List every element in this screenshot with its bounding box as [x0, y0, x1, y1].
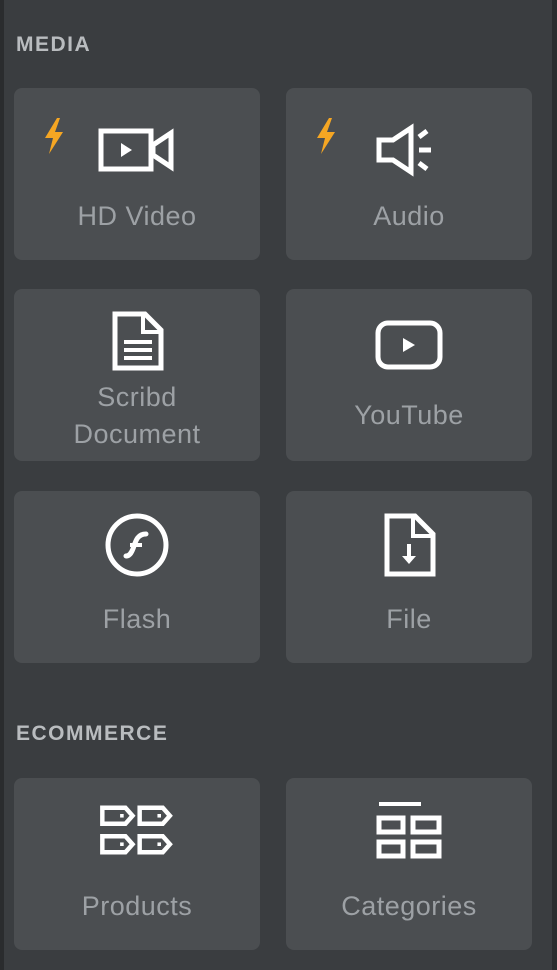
tile-label: YouTube: [354, 400, 464, 430]
flash-icon: [97, 513, 177, 577]
media-elements-panel: MEDIA HD Video Audio Scribd Document You…: [4, 0, 552, 970]
tile-label: HD Video: [77, 201, 197, 231]
categories-grid-icon: [369, 800, 449, 860]
tile-hd-video[interactable]: HD Video: [14, 88, 260, 260]
video-camera-icon: [97, 120, 177, 180]
tile-audio[interactable]: Audio: [286, 88, 532, 260]
youtube-play-icon: [369, 315, 449, 375]
tile-label: File: [386, 604, 432, 634]
tile-label: Audio: [373, 201, 445, 231]
tile-categories[interactable]: Categories: [286, 778, 532, 950]
premium-bolt-icon: [317, 118, 335, 154]
tile-youtube[interactable]: YouTube: [286, 289, 532, 461]
tile-file[interactable]: File: [286, 491, 532, 663]
speaker-icon: [369, 120, 449, 180]
section-title-media: MEDIA: [16, 33, 92, 56]
tile-flash[interactable]: Flash: [14, 491, 260, 663]
file-download-icon: [369, 513, 449, 577]
tile-label: Scribd Document: [73, 382, 201, 449]
tile-label: Flash: [102, 604, 172, 634]
product-tags-icon: [97, 800, 177, 860]
tile-scribd-document[interactable]: Scribd Document: [14, 289, 260, 461]
tile-label: Categories: [341, 891, 477, 921]
section-title-ecommerce: ECOMMERCE: [16, 722, 169, 745]
tile-label: Products: [81, 891, 193, 921]
document-icon: [97, 311, 177, 371]
tile-products[interactable]: Products: [14, 778, 260, 950]
premium-bolt-icon: [45, 118, 63, 154]
